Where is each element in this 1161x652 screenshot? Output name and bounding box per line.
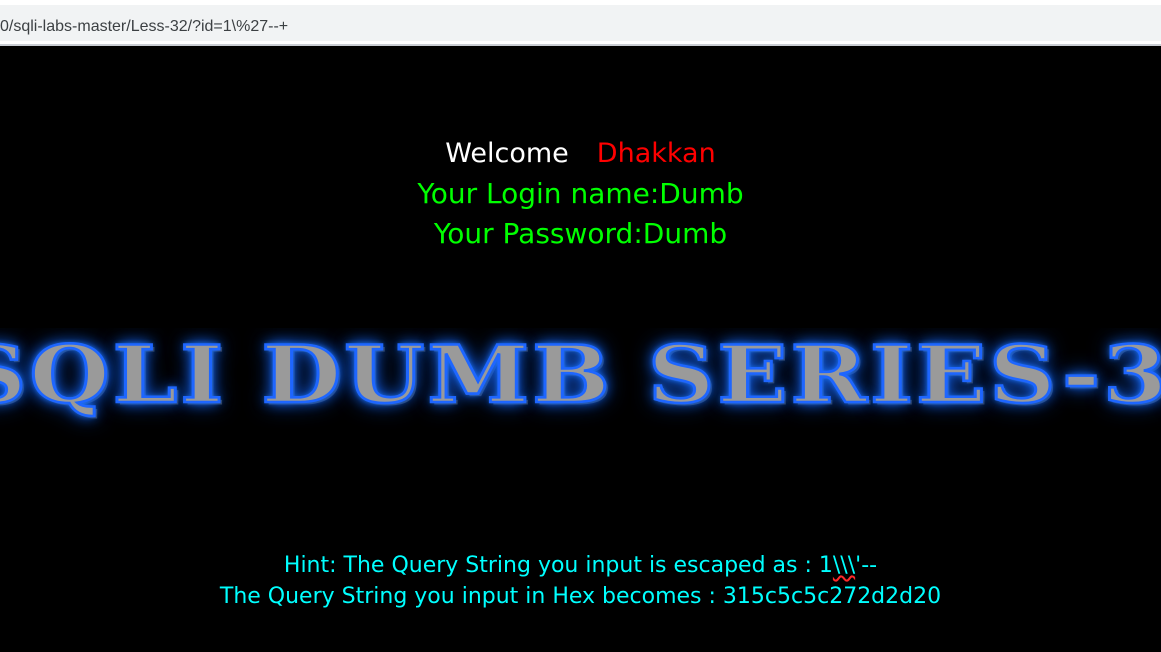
welcome-username: Dhakkan (596, 138, 716, 169)
hint-line: Hint: The Query String you input is esca… (0, 553, 1161, 578)
password-line: Your Password:Dumb (433, 217, 728, 250)
welcome-label: Welcome (445, 138, 569, 169)
hint-value-rest: '-- (855, 553, 878, 578)
browser-address-bar: 0/sqli-labs-master/Less-32/?id=1\%27--+ (0, 0, 1161, 46)
hint-prefix: Hint: The Query String you input is esca… (283, 553, 819, 578)
hint-value-first: 1 (818, 553, 833, 578)
welcome-line: Welcome Dhakkan (0, 138, 1161, 169)
url-field-container[interactable]: 0/sqli-labs-master/Less-32/?id=1\%27--+ (0, 5, 1161, 41)
series-banner-text: SQLI DUMB SERIES-32 (0, 328, 1161, 422)
url-field[interactable]: 0/sqli-labs-master/Less-32/?id=1\%27--+ (0, 18, 288, 36)
hex-line: The Query String you input in Hex become… (219, 584, 942, 609)
page-content: Welcome Dhakkan Your Login name:Dumb Your… (0, 46, 1161, 652)
series-banner: SQLI DUMB SERIES-32 (0, 328, 1161, 448)
hint-escaped-backslashes: \\\ (832, 553, 856, 578)
login-name-line: Your Login name:Dumb (417, 177, 744, 210)
